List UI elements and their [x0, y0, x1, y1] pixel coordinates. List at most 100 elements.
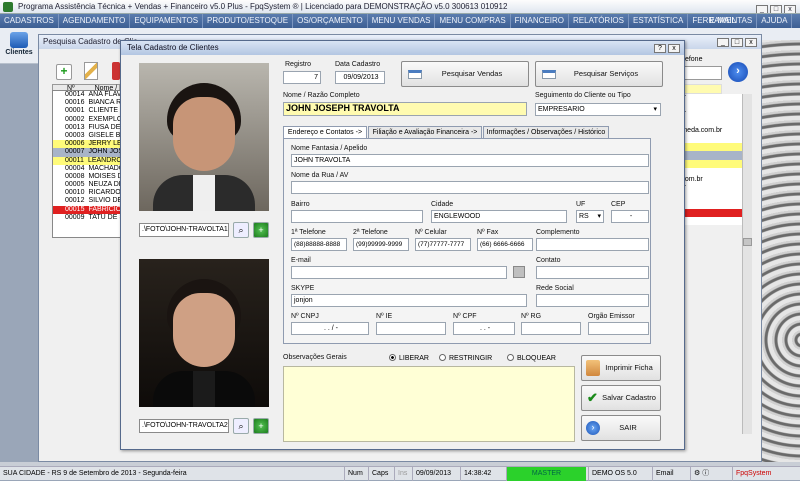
observacoes-textarea[interactable]: [283, 366, 575, 442]
table-row[interactable]: 00007 JOHN JOS: [53, 148, 127, 157]
table-row[interactable]: 00006 JERRY LE: [53, 140, 127, 149]
menu-email[interactable]: E-MAIL: [705, 14, 740, 28]
status-email[interactable]: Email: [652, 467, 677, 481]
tab-informacoes[interactable]: Informações / Observações / Histórico: [483, 126, 609, 138]
edit-client-icon[interactable]: [84, 62, 98, 80]
help-icon[interactable]: ?: [654, 44, 666, 53]
table-row[interactable]: 00008 MOISES DE: [53, 172, 127, 182]
status-demo: DEMO OS 5.0: [588, 467, 640, 481]
radio-liberar[interactable]: LIBERAR: [389, 354, 429, 362]
fantasia-field[interactable]: JOHN TRAVOLTA: [291, 154, 649, 167]
table-row[interactable]: 00014 ANA FLAVI: [53, 91, 127, 100]
pesquisar-vendas-button[interactable]: Pesquisar Vendas: [401, 61, 529, 87]
celular-field[interactable]: (77)77777-7777: [415, 238, 471, 251]
menu-vendas[interactable]: MENU VENDAS: [368, 14, 436, 28]
status-city-date: SUA CIDADE - RS 9 de Setembro de 2013 - …: [3, 470, 187, 477]
menu-cadastros[interactable]: CADASTROS: [0, 14, 59, 28]
table-row[interactable]: 00002 EXEMPLO: [53, 115, 127, 124]
tab-filiacao[interactable]: Filiação e Avaliação Financeira ->: [368, 126, 482, 138]
contato-field[interactable]: [536, 266, 649, 279]
menu-estatistica[interactable]: ESTATÍSTICA: [629, 14, 689, 28]
menu-relatorios[interactable]: RELATÓRIOS: [569, 14, 629, 28]
ie-field[interactable]: [376, 322, 446, 335]
radio-bloquear[interactable]: BLOQUEAR: [507, 354, 556, 362]
cpf-field[interactable]: . . -: [453, 322, 515, 335]
complemento-field[interactable]: [536, 238, 649, 251]
bairro-label: Bairro: [291, 201, 310, 208]
client-photo-1: [139, 63, 269, 211]
maximize-icon[interactable]: □: [770, 5, 782, 13]
list-scrollbar[interactable]: [742, 94, 752, 434]
seguimento-select[interactable]: EMPRESARIO ▾: [535, 103, 661, 116]
minimize-icon[interactable]: _: [756, 5, 768, 13]
photo2-search-icon[interactable]: ⌕: [233, 418, 249, 434]
table-row[interactable]: 00012 SILVIO DE: [53, 197, 127, 206]
contato-label: Contato: [536, 257, 561, 264]
rg-field[interactable]: [521, 322, 581, 335]
table-row[interactable]: 00010 RICARDO A: [53, 189, 127, 198]
menu-financeiro[interactable]: FINANCEIRO: [511, 14, 570, 28]
settings-icon[interactable]: ⚙: [694, 470, 700, 477]
maximize-icon[interactable]: □: [731, 38, 743, 47]
uf-select[interactable]: RS ▾: [576, 210, 604, 223]
table-row[interactable]: 00016 BIANCA RA: [53, 99, 127, 108]
photo2-add-icon[interactable]: +: [253, 418, 269, 434]
nome-field[interactable]: JOHN JOSEPH TRAVOLTA: [283, 102, 527, 116]
chevron-down-icon: ▾: [597, 213, 601, 220]
status-master-badge: MASTER: [506, 467, 586, 481]
table-row[interactable]: 00004 MACHADO: [53, 164, 127, 173]
data-cadastro-field[interactable]: 09/09/2013: [335, 71, 385, 84]
cidade-field[interactable]: ENGLEWOOD: [431, 210, 567, 223]
send-email-icon[interactable]: [513, 266, 525, 278]
registro-field[interactable]: 7: [283, 71, 321, 84]
rua-field[interactable]: [291, 181, 649, 194]
cnpj-field[interactable]: . . / -: [291, 322, 369, 335]
photo2-path-field[interactable]: .\FOTO\JOHN-TRAVOLTA2.: [139, 419, 229, 433]
table-row[interactable]: 00011 LEANDRO: [53, 156, 127, 165]
photo1-add-icon[interactable]: +: [253, 222, 269, 238]
tel1-field[interactable]: (88)88888-8888: [291, 238, 347, 251]
table-row[interactable]: 00001 CLIENTE D: [53, 107, 127, 116]
table-row[interactable]: 00015 FABRICIO: [53, 205, 127, 214]
bairro-field[interactable]: [291, 210, 423, 223]
minimize-icon[interactable]: _: [717, 38, 729, 47]
clientes-button[interactable]: Clientes: [2, 30, 36, 62]
cep-field[interactable]: -: [611, 210, 649, 223]
tel2-field[interactable]: (99)99999-9999: [353, 238, 409, 251]
info-icon[interactable]: ⓘ: [702, 470, 709, 477]
salvar-cadastro-label: Salvar Cadastro: [602, 393, 656, 402]
table-row[interactable]: 00013 FIUSA DE: [53, 123, 127, 132]
radio-restringir[interactable]: RESTRINGIR: [439, 354, 492, 362]
fax-field[interactable]: (66) 6666-6666: [477, 238, 533, 251]
orgao-field[interactable]: [588, 322, 649, 335]
add-client-icon[interactable]: +: [56, 64, 72, 80]
scrollbar-thumb[interactable]: [743, 238, 752, 246]
photo1-search-icon[interactable]: ⌕: [233, 222, 249, 238]
skype-label: SKYPE: [291, 285, 315, 292]
search-go-icon[interactable]: ›: [728, 62, 748, 82]
menu-os-orcamento[interactable]: OS/ORÇAMENTO: [293, 14, 368, 28]
menu-ajuda[interactable]: AJUDA: [757, 14, 793, 28]
salvar-cadastro-button[interactable]: ✔ Salvar Cadastro: [581, 385, 661, 411]
status-caps: Caps: [368, 467, 391, 481]
email-field[interactable]: [291, 266, 507, 279]
clients-list[interactable]: 00014 ANA FLAVI 00016 BIANCA RA 00001 CLIENTE…: [52, 90, 128, 238]
pesquisar-servicos-button[interactable]: Pesquisar Serviços: [535, 61, 663, 87]
table-row[interactable]: 00005 NEUZA DE: [53, 181, 127, 190]
rede-social-field[interactable]: [536, 294, 649, 307]
menu-equipamentos[interactable]: EQUIPAMENTOS: [130, 14, 204, 28]
close-icon[interactable]: x: [784, 5, 796, 13]
imprimir-ficha-button[interactable]: Imprimir Ficha: [581, 355, 661, 381]
table-row[interactable]: 00003 GISELE BU: [53, 131, 127, 141]
close-icon[interactable]: x: [745, 38, 757, 47]
complemento-label: Complemento: [536, 229, 580, 236]
table-row[interactable]: 00009 TATU DE S: [53, 213, 127, 222]
photo1-path-field[interactable]: .\FOTO\JOHN-TRAVOLTA1.: [139, 223, 229, 237]
sair-button[interactable]: › SAIR: [581, 415, 661, 441]
menu-produto-estoque[interactable]: PRODUTO/ESTOQUE: [203, 14, 294, 28]
menu-compras[interactable]: MENU COMPRAS: [435, 14, 511, 28]
delete-client-icon[interactable]: [112, 62, 120, 80]
skype-field[interactable]: jonjon: [291, 294, 527, 307]
close-icon[interactable]: x: [668, 44, 680, 53]
menu-agendamento[interactable]: AGENDAMENTO: [59, 14, 131, 28]
